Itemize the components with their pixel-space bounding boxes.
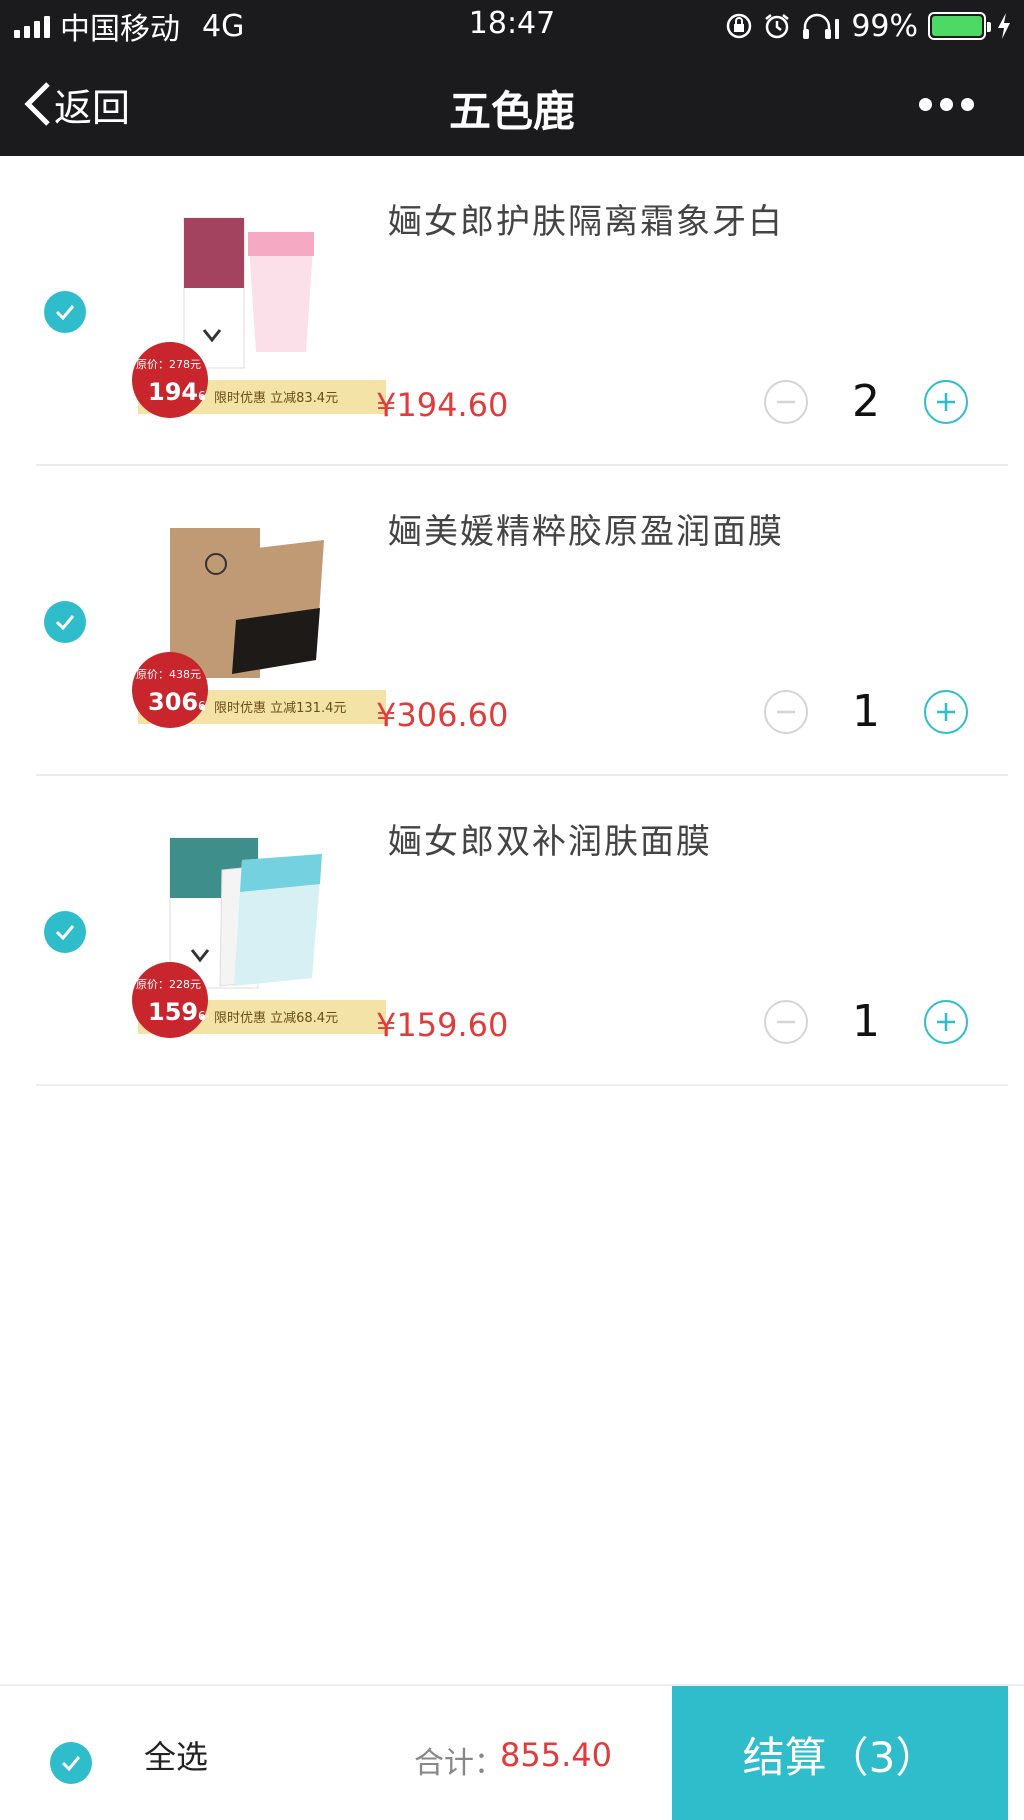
- select-all-label[interactable]: 全选: [144, 1732, 208, 1778]
- increase-quantity-button[interactable]: [924, 690, 968, 734]
- item-checkbox[interactable]: [44, 601, 86, 643]
- headphones-icon: [803, 13, 840, 39]
- increase-quantity-button[interactable]: [924, 1000, 968, 1044]
- rotation-lock-icon: [727, 13, 752, 39]
- more-dot-icon: [940, 98, 953, 111]
- plus-icon: [937, 393, 955, 411]
- battery-fill: [932, 16, 982, 36]
- original-price-label: 原价：228元: [136, 978, 201, 991]
- checkmark-icon: [55, 615, 75, 631]
- more-button[interactable]: [919, 98, 974, 111]
- product-image[interactable]: 原价：438元 306. 6 限时优惠 立减131.4元: [130, 520, 386, 730]
- cart-item: 原价：228元 159. 6 限时优惠 立减68.4元 婳女郎双补润肤面膜 ¥1…: [36, 776, 1008, 1086]
- cart-item: 原价：438元 306. 6 限时优惠 立减131.4元 婳美媛精粹胶原盈润面膜…: [36, 466, 1008, 776]
- decrease-quantity-button[interactable]: [764, 1000, 808, 1044]
- checkout-button[interactable]: 结算（3）: [672, 1686, 1008, 1820]
- product-name[interactable]: 婳女郎双补润肤面膜: [388, 814, 712, 863]
- total-label: 合计：: [414, 1746, 504, 1781]
- quantity-value: 1: [852, 996, 880, 1047]
- item-checkbox[interactable]: [44, 911, 86, 953]
- cart-list: 原价：278元 194. 6 限时优惠 立减83.4元 婳女郎护肤隔离霜象牙白 …: [0, 156, 1024, 1086]
- charging-icon: [998, 13, 1010, 39]
- deal-price-unit: 6: [198, 389, 206, 403]
- quantity-value: 1: [852, 686, 880, 737]
- battery-icon: [928, 12, 991, 40]
- status-right: 99%: [725, 8, 1012, 44]
- page-title: 五色鹿: [448, 87, 575, 136]
- battery-percent: 99%: [851, 8, 918, 44]
- checkmark-icon: [55, 925, 75, 941]
- plus-icon: [937, 703, 955, 721]
- minus-icon: [777, 1020, 795, 1024]
- checkmark-icon: [61, 1756, 81, 1772]
- nav-bar: 返回 五色鹿: [0, 52, 1024, 156]
- minus-icon: [777, 400, 795, 404]
- product-price: ¥159.60: [376, 1006, 509, 1044]
- deal-price-unit: 6: [198, 699, 206, 713]
- status-bar: 中国移动 4G 18:47 99%: [0, 0, 1024, 52]
- minus-icon: [777, 710, 795, 714]
- item-checkbox[interactable]: [44, 291, 86, 333]
- cart-item: 原价：278元 194. 6 限时优惠 立减83.4元 婳女郎护肤隔离霜象牙白 …: [36, 156, 1008, 466]
- original-price-label: 原价：438元: [136, 668, 201, 681]
- more-dot-icon: [961, 98, 974, 111]
- product-box: [184, 218, 244, 288]
- promo-text: 限时优惠 立减131.4元: [214, 701, 346, 716]
- product-image[interactable]: 原价：278元 194. 6 限时优惠 立减83.4元: [130, 210, 386, 420]
- decrease-quantity-button[interactable]: [764, 380, 808, 424]
- product-price: ¥194.60: [376, 386, 509, 424]
- alarm-icon: [765, 14, 790, 39]
- checkmark-icon: [55, 305, 75, 321]
- increase-quantity-button[interactable]: [924, 380, 968, 424]
- product-name[interactable]: 婳女郎护肤隔离霜象牙白: [388, 194, 784, 243]
- total-value: 855.40: [500, 1736, 612, 1774]
- quantity-value: 2: [852, 376, 880, 427]
- deal-price-unit: 6: [198, 1009, 206, 1023]
- product-price: ¥306.60: [376, 696, 509, 734]
- product-name[interactable]: 婳美媛精粹胶原盈润面膜: [388, 504, 784, 553]
- promo-text: 限时优惠 立减83.4元: [214, 391, 338, 406]
- product-image[interactable]: 原价：228元 159. 6 限时优惠 立减68.4元: [130, 830, 386, 1040]
- select-all-checkbox[interactable]: [50, 1742, 92, 1784]
- plus-icon: [937, 1013, 955, 1031]
- original-price-label: 原价：278元: [136, 358, 201, 371]
- more-dot-icon: [919, 98, 932, 111]
- promo-text: 限时优惠 立减68.4元: [214, 1011, 338, 1026]
- checkout-bar: 全选 合计： 855.40 结算（3）: [0, 1684, 1024, 1820]
- decrease-quantity-button[interactable]: [764, 690, 808, 734]
